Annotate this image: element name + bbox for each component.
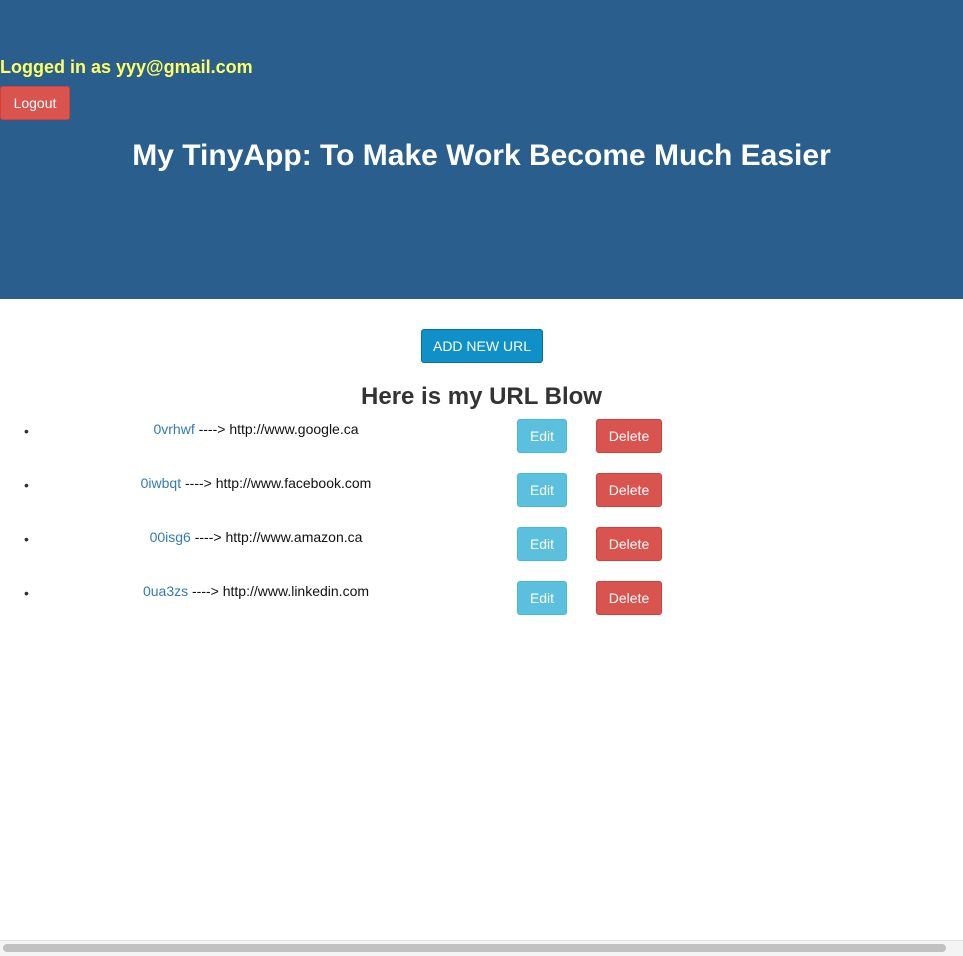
url-mapping: 00isg6 ----> http://www.amazon.ca: [40, 527, 472, 547]
arrow-text: ---->: [188, 583, 223, 599]
long-url-text: http://www.amazon.ca: [225, 529, 363, 545]
logged-in-status: Logged in as yyy@gmail.com: [0, 57, 253, 77]
list-item: • 0ua3zs ----> http://www.linkedin.com E…: [0, 581, 963, 615]
list-item: • 0vrhwf ----> http://www.google.ca Edit…: [0, 419, 963, 453]
list-item: • 00isg6 ----> http://www.amazon.ca Edit…: [0, 527, 963, 561]
add-new-url-button[interactable]: ADD NEW URL: [421, 329, 543, 363]
delete-button[interactable]: Delete: [596, 473, 662, 507]
short-url-link[interactable]: 00isg6: [150, 529, 191, 545]
url-mapping: 0iwbqt ----> http://www.facebook.com: [40, 473, 472, 493]
long-url-text: http://www.linkedin.com: [222, 583, 370, 599]
url-list-heading: Here is my URL Blow: [361, 383, 602, 410]
url-mapping: 0ua3zs ----> http://www.linkedin.com: [40, 581, 472, 601]
edit-button[interactable]: Edit: [517, 419, 567, 453]
long-url-text: http://www.google.ca: [229, 421, 359, 437]
horizontal-scrollbar[interactable]: [0, 940, 963, 956]
bullet-icon: •: [24, 585, 29, 601]
url-mapping: 0vrhwf ----> http://www.google.ca: [40, 419, 472, 439]
bullet-icon: •: [24, 423, 29, 439]
list-item: • 0iwbqt ----> http://www.facebook.com E…: [0, 473, 963, 507]
short-url-link[interactable]: 0ua3zs: [143, 583, 188, 599]
delete-button[interactable]: Delete: [596, 581, 662, 615]
delete-button[interactable]: Delete: [596, 527, 662, 561]
bullet-icon: •: [24, 477, 29, 493]
short-url-link[interactable]: 0iwbqt: [141, 475, 181, 491]
page-header: Logged in as yyy@gmail.com Logout My Tin…: [0, 0, 963, 299]
logout-button[interactable]: Logout: [0, 86, 70, 120]
edit-button[interactable]: Edit: [517, 581, 567, 615]
short-url-link[interactable]: 0vrhwf: [153, 421, 194, 437]
bullet-icon: •: [24, 531, 29, 547]
delete-button[interactable]: Delete: [596, 419, 662, 453]
page-title: My TinyApp: To Make Work Become Much Eas…: [132, 139, 831, 172]
edit-button[interactable]: Edit: [517, 527, 567, 561]
edit-button[interactable]: Edit: [517, 473, 567, 507]
arrow-text: ---->: [190, 529, 226, 545]
arrow-text: ---->: [194, 421, 230, 437]
arrow-text: ---->: [181, 475, 216, 491]
scrollbar-thumb[interactable]: [3, 944, 946, 952]
long-url-text: http://www.facebook.com: [215, 475, 372, 491]
